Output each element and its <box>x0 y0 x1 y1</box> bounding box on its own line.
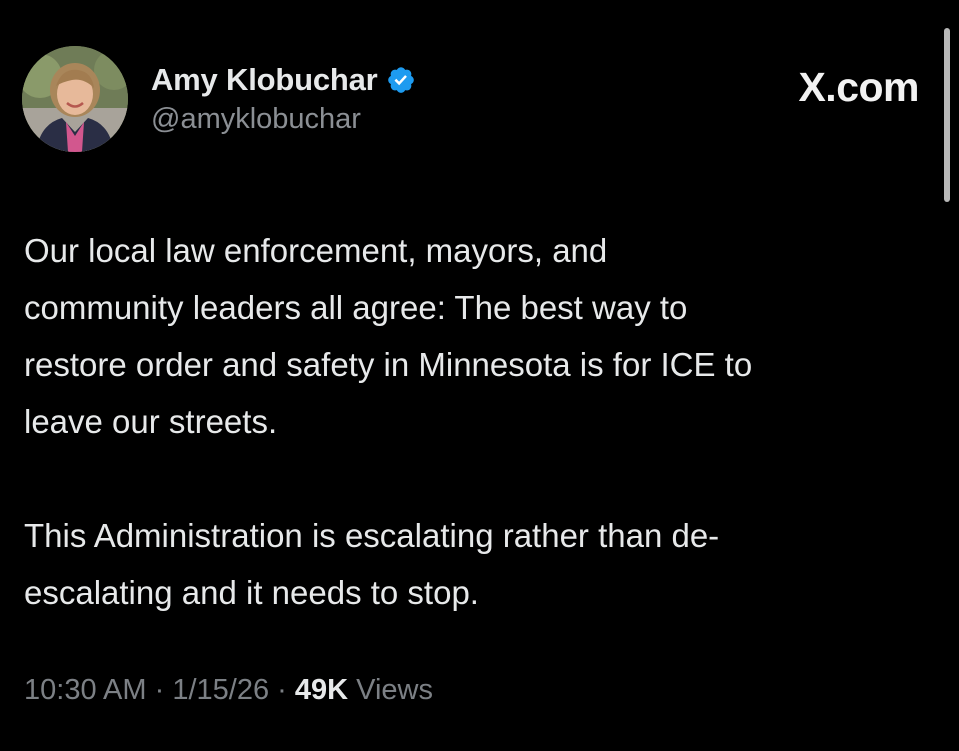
tweet-paragraph: Our local law enforcement, mayors, and c… <box>24 232 753 440</box>
profile-photo-icon <box>22 46 128 152</box>
tweet-paragraph: This Administration is escalating rather… <box>24 517 720 611</box>
author-display-name[interactable]: Amy Klobuchar <box>151 62 378 98</box>
author-handle[interactable]: @amyklobuchar <box>151 103 361 136</box>
author-name-row: Amy Klobuchar <box>151 60 416 100</box>
meta-separator: · <box>154 674 165 706</box>
views-label: Views <box>356 674 433 706</box>
tweet-card: Amy Klobuchar @amyklobuchar X.com Our lo… <box>0 0 959 751</box>
verified-badge-icon <box>386 65 416 95</box>
site-label: X.com <box>798 64 919 110</box>
avatar[interactable] <box>22 46 128 152</box>
tweet-meta: 10:30 AM · 1/15/26 · 49K Views <box>24 674 433 707</box>
meta-separator: · <box>277 674 287 706</box>
tweet-time[interactable]: 10:30 AM <box>24 674 147 706</box>
tweet-date[interactable]: 1/15/26 <box>172 674 269 706</box>
tweet-body: Our local law enforcement, mayors, and c… <box>24 222 944 621</box>
scrollbar[interactable] <box>944 28 950 202</box>
views-count[interactable]: 49K <box>295 674 348 706</box>
